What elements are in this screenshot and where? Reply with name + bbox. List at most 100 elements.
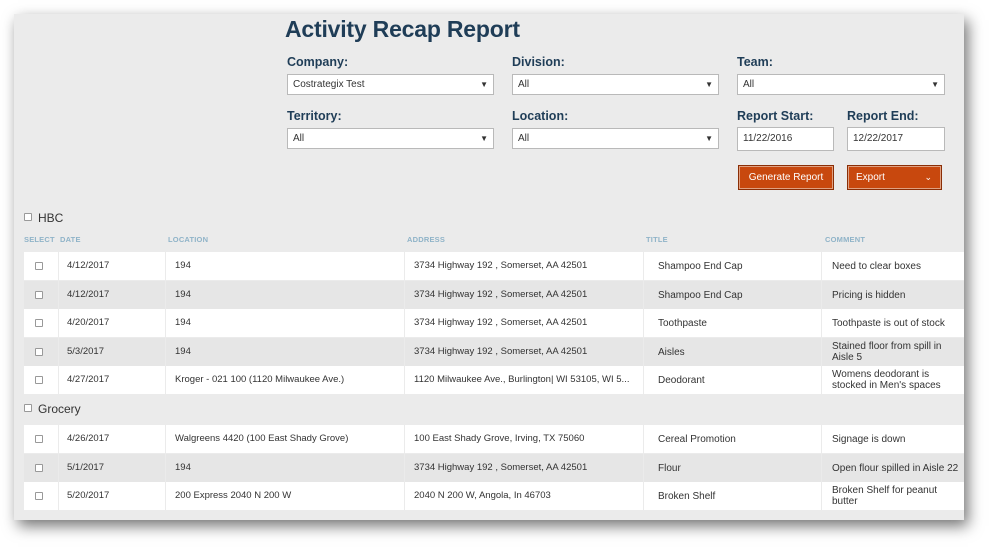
table-row: 5/20/2017 200 Express 2040 N 200 W 2040 … — [24, 482, 964, 510]
location-cell: 194 — [166, 281, 404, 309]
table-row: 4/20/2017 194 3734 Highway 192 , Somerse… — [24, 309, 964, 337]
territory-label: Territory: — [287, 109, 342, 123]
caret-down-icon: ▼ — [931, 80, 939, 89]
company-label: Company: — [287, 55, 349, 69]
title-cell: Flour — [644, 454, 821, 482]
row-checkbox[interactable] — [35, 376, 43, 384]
team-select-value: All — [743, 79, 755, 90]
address-cell: 3734 Highway 192 , Somerset, AA 42501 — [405, 454, 643, 482]
location-cell: Walgreens 4420 (100 East Shady Grove) — [166, 425, 404, 453]
group-header-hbc: HBC — [24, 211, 63, 225]
title-cell: Toothpaste — [644, 309, 821, 337]
select-cell — [24, 482, 58, 510]
date-cell: 5/3/2017 — [59, 338, 165, 366]
select-cell — [24, 309, 58, 337]
location-cell: 194 — [166, 454, 404, 482]
address-cell: 3734 Highway 192 , Somerset, AA 42501 — [405, 281, 643, 309]
select-cell — [24, 281, 58, 309]
report-panel: Activity Recap Report Company: Costrateg… — [14, 14, 964, 520]
address-cell: 1120 Milwaukee Ave., Burlington| WI 5310… — [405, 366, 643, 394]
row-checkbox[interactable] — [35, 319, 43, 327]
table-row: 4/27/2017 Kroger - 021 100 (1120 Milwauk… — [24, 366, 964, 394]
comment-cell: Broken Shelf for peanut butter — [822, 482, 964, 510]
table-row: 4/26/2017 Walgreens 4420 (100 East Shady… — [24, 425, 964, 453]
column-header-date: DATE — [60, 235, 81, 244]
column-header-select: SELECT — [24, 235, 55, 244]
location-cell: 194 — [166, 338, 404, 366]
table-row: 5/1/2017 194 3734 Highway 192 , Somerset… — [24, 454, 964, 482]
location-cell: 200 Express 2040 N 200 W — [166, 482, 404, 510]
address-cell: 3734 Highway 192 , Somerset, AA 42501 — [405, 338, 643, 366]
select-cell — [24, 338, 58, 366]
title-cell: Shampoo End Cap — [644, 252, 821, 280]
row-checkbox[interactable] — [35, 262, 43, 270]
select-cell — [24, 454, 58, 482]
location-cell: Kroger - 021 100 (1120 Milwaukee Ave.) — [166, 366, 404, 394]
group-name: HBC — [38, 211, 64, 225]
caret-down-icon: ▼ — [480, 80, 488, 89]
generate-report-button[interactable]: Generate Report — [738, 165, 834, 190]
column-header-comment: COMMENT — [825, 235, 866, 244]
export-button[interactable]: Export ⌄ — [847, 165, 942, 190]
division-select[interactable]: All ▼ — [512, 74, 719, 95]
division-select-value: All — [518, 79, 530, 90]
title-cell: Deodorant — [644, 366, 821, 394]
select-cell — [24, 425, 58, 453]
address-cell: 3734 Highway 192 , Somerset, AA 42501 — [405, 309, 643, 337]
row-checkbox[interactable] — [35, 435, 43, 443]
date-cell: 5/1/2017 — [59, 454, 165, 482]
export-button-label: Export — [856, 172, 885, 183]
address-cell: 2040 N 200 W, Angola, In 46703 — [405, 482, 643, 510]
comment-cell: Need to clear boxes — [822, 252, 964, 280]
team-select[interactable]: All ▼ — [737, 74, 945, 95]
location-select[interactable]: All ▼ — [512, 128, 719, 149]
page-title: Activity Recap Report — [285, 16, 520, 42]
territory-select[interactable]: All ▼ — [287, 128, 494, 149]
company-select[interactable]: Costrategix Test ▼ — [287, 74, 494, 95]
report-start-input[interactable]: 11/22/2016 — [737, 127, 834, 151]
date-cell: 4/26/2017 — [59, 425, 165, 453]
column-header-location: LOCATION — [168, 235, 209, 244]
table-row: 5/3/2017 194 3734 Highway 192 , Somerset… — [24, 338, 964, 366]
group-checkbox[interactable] — [24, 213, 32, 221]
territory-select-value: All — [293, 133, 305, 144]
date-cell: 4/12/2017 — [59, 252, 165, 280]
comment-cell: Toothpaste is out of stock — [822, 309, 964, 337]
group-name: Grocery — [38, 402, 81, 416]
row-checkbox[interactable] — [35, 492, 43, 500]
table-row: 4/12/2017 194 3734 Highway 192 , Somerse… — [24, 281, 964, 309]
caret-down-icon: ▼ — [705, 134, 713, 143]
chevron-down-icon: ⌄ — [924, 172, 932, 182]
comment-cell: Pricing is hidden — [822, 281, 964, 309]
date-cell: 4/12/2017 — [59, 281, 165, 309]
title-cell: Cereal Promotion — [644, 425, 821, 453]
address-cell: 3734 Highway 192 , Somerset, AA 42501 — [405, 252, 643, 280]
location-select-value: All — [518, 133, 530, 144]
title-cell: Aisles — [644, 338, 821, 366]
comment-cell: Stained floor from spill in Aisle 5 — [822, 338, 964, 366]
column-header-title: TITLE — [646, 235, 668, 244]
comment-cell: Womens deodorant is stocked in Men's spa… — [822, 366, 964, 394]
report-end-input[interactable]: 12/22/2017 — [847, 127, 945, 151]
location-cell: 194 — [166, 252, 404, 280]
row-checkbox[interactable] — [35, 348, 43, 356]
address-cell: 100 East Shady Grove, Irving, TX 75060 — [405, 425, 643, 453]
column-header-address: ADDRESS — [407, 235, 446, 244]
date-cell: 4/27/2017 — [59, 366, 165, 394]
row-checkbox[interactable] — [35, 464, 43, 472]
report-start-label: Report Start: — [737, 109, 814, 123]
company-select-value: Costrategix Test — [293, 79, 365, 90]
row-checkbox[interactable] — [35, 291, 43, 299]
title-cell: Shampoo End Cap — [644, 281, 821, 309]
comment-cell: Open flour spilled in Aisle 22 — [822, 454, 964, 482]
comment-cell: Signage is down — [822, 425, 964, 453]
select-cell — [24, 252, 58, 280]
division-label: Division: — [512, 55, 565, 69]
caret-down-icon: ▼ — [705, 80, 713, 89]
group-checkbox[interactable] — [24, 404, 32, 412]
select-cell — [24, 366, 58, 394]
location-cell: 194 — [166, 309, 404, 337]
table-row: 4/12/2017 194 3734 Highway 192 , Somerse… — [24, 252, 964, 280]
date-cell: 5/20/2017 — [59, 482, 165, 510]
caret-down-icon: ▼ — [480, 134, 488, 143]
